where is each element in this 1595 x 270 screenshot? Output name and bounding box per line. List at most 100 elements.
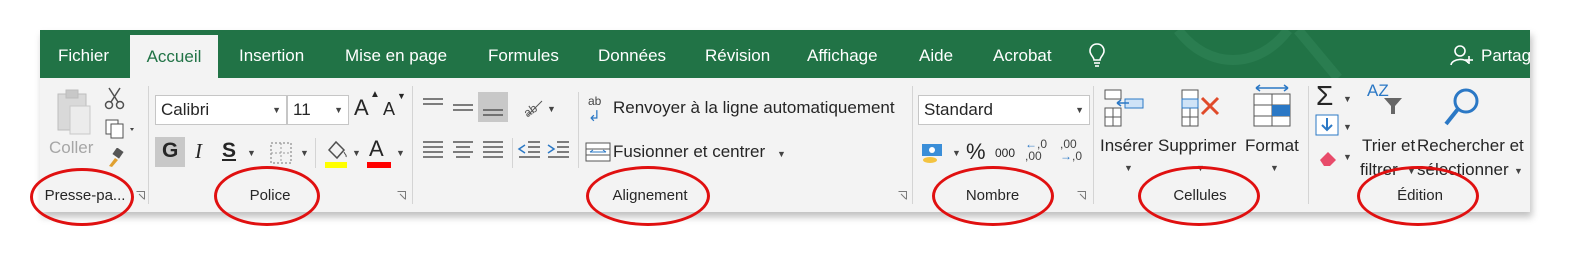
percent-button[interactable]: % (966, 139, 986, 165)
find-select-button[interactable]: Rechercher et (1417, 136, 1524, 156)
align-left-icon[interactable] (420, 138, 446, 164)
chevron-down-icon[interactable]: ▼ (547, 104, 556, 114)
delete-cells-button[interactable]: Supprimer (1158, 136, 1236, 156)
font-name-select[interactable]: Calibri ▼ (155, 95, 287, 125)
fill-color-bucket-icon[interactable] (323, 138, 349, 170)
find-magnifier-icon[interactable] (1442, 86, 1482, 130)
italic-button[interactable]: I (195, 139, 202, 164)
annotation-circle-clipboard (30, 168, 134, 226)
chevron-down-icon[interactable]: ▼ (1514, 166, 1523, 176)
chevron-down-icon[interactable]: ▼ (396, 148, 405, 158)
chevron-down-icon: ▼ (272, 105, 281, 115)
chevron-down-icon[interactable]: ▼ (300, 148, 309, 158)
separator (148, 86, 149, 204)
tab-mise-en-page[interactable]: Mise en page (345, 30, 447, 78)
orientation-icon[interactable]: ab (520, 95, 546, 119)
decrease-indent-icon[interactable] (516, 138, 542, 164)
paste-label[interactable]: Coller (49, 138, 93, 158)
separator (578, 92, 579, 168)
align-top-icon[interactable] (420, 96, 446, 118)
separator (1308, 86, 1309, 204)
wrap-text-button[interactable]: Renvoyer à la ligne automatiquement (613, 98, 895, 118)
align-bottom-icon (483, 109, 503, 116)
chevron-down-icon[interactable]: ▼ (247, 148, 256, 158)
insert-cells-icon[interactable] (1103, 86, 1147, 130)
align-right-icon[interactable] (480, 138, 506, 164)
font-color-button[interactable]: A (369, 136, 384, 162)
sort-filter-button[interactable]: Trier et (1362, 136, 1415, 156)
background-decoration (1174, 30, 1342, 78)
chevron-down-icon[interactable]: ▼ (1270, 163, 1279, 173)
clipboard-paste-icon[interactable] (54, 88, 94, 138)
font-size-select[interactable]: 11 ▼ (287, 95, 349, 125)
tab-revision[interactable]: Révision (705, 30, 770, 78)
format-cells-icon[interactable] (1250, 84, 1294, 130)
underline-button[interactable]: S (222, 139, 236, 163)
chevron-down-icon: ▼ (1075, 105, 1084, 115)
chevron-down-icon[interactable]: ▼ (1124, 163, 1133, 173)
svg-text:ab: ab (521, 101, 540, 119)
alignment-launcher-icon[interactable] (898, 191, 907, 200)
font-launcher-icon[interactable] (397, 191, 406, 200)
align-middle-icon[interactable] (450, 96, 476, 118)
filter-funnel-icon (1384, 98, 1402, 114)
grow-arrow-icon: ▲ (370, 89, 380, 100)
format-cells-button[interactable]: Format (1245, 136, 1299, 156)
share-person-icon[interactable] (1450, 44, 1474, 66)
currency-icon[interactable] (920, 140, 948, 166)
chevron-down-icon[interactable]: ▼ (952, 148, 961, 158)
font-size-value: 11 (293, 100, 311, 119)
increase-decimal-button[interactable]: ←,0,00 (1025, 138, 1047, 162)
font-name-value: Calibri (161, 100, 210, 119)
shrink-font-button[interactable]: A (383, 99, 395, 120)
wrap-arrow-icon: ↲ (588, 108, 601, 125)
tab-donnees[interactable]: Données (598, 30, 666, 78)
scissors-icon[interactable] (104, 86, 126, 110)
delete-cells-icon[interactable] (1178, 86, 1222, 130)
fill-down-icon[interactable] (1315, 114, 1339, 136)
grow-font-button[interactable]: A (354, 95, 369, 121)
bold-label: G (162, 139, 179, 162)
align-center-icon[interactable] (450, 138, 476, 164)
tab-accueil[interactable]: Accueil (130, 35, 218, 78)
tab-insertion[interactable]: Insertion (239, 30, 304, 78)
copy-icon[interactable] (104, 118, 138, 140)
annotation-circle-alignment (586, 166, 710, 226)
tab-aide[interactable]: Aide (919, 30, 953, 78)
chevron-down-icon: ▼ (334, 105, 343, 115)
increase-indent-icon[interactable] (545, 138, 571, 164)
number-launcher-icon[interactable] (1077, 191, 1086, 200)
annotation-circle-cells (1138, 166, 1260, 226)
decrease-decimal-button[interactable]: ,00 →,0 (1060, 138, 1082, 162)
format-painter-icon[interactable] (106, 148, 128, 168)
separator (412, 86, 413, 204)
separator (912, 86, 913, 204)
share-button[interactable]: Partag (1481, 30, 1530, 78)
chevron-down-icon[interactable]: ▼ (777, 149, 786, 159)
borders-icon[interactable] (270, 142, 292, 164)
tab-acrobat[interactable]: Acrobat (993, 30, 1052, 78)
annotation-circle-editing (1357, 166, 1479, 226)
clear-eraser-icon[interactable] (1316, 146, 1340, 168)
tab-bar: Fichier Accueil Insertion Mise en page F… (40, 30, 1530, 78)
tab-fichier[interactable]: Fichier (58, 30, 109, 78)
separator (512, 138, 513, 168)
number-format-value: Standard (924, 100, 993, 119)
font-color-swatch (367, 162, 391, 168)
tab-affichage[interactable]: Affichage (807, 30, 878, 78)
insert-cells-button[interactable]: Insérer (1100, 136, 1153, 156)
clipboard-launcher-icon[interactable] (136, 191, 145, 200)
number-format-select[interactable]: Standard ▼ (918, 95, 1090, 125)
chevron-down-icon[interactable]: ▼ (1343, 94, 1352, 104)
annotation-circle-font (214, 166, 320, 226)
shrink-arrow-icon: ▼ (397, 91, 406, 101)
lightbulb-icon[interactable] (1088, 42, 1106, 68)
merge-center-icon[interactable] (585, 141, 611, 163)
chevron-down-icon[interactable]: ▼ (352, 148, 361, 158)
thousands-button[interactable]: 000 (995, 146, 1015, 160)
chevron-down-icon[interactable]: ▼ (1343, 122, 1352, 132)
chevron-down-icon[interactable]: ▼ (1343, 152, 1352, 162)
tab-formules[interactable]: Formules (488, 30, 559, 78)
merge-center-button[interactable]: Fusionner et centrer (613, 142, 765, 162)
autosum-icon[interactable]: Σ (1316, 80, 1333, 112)
